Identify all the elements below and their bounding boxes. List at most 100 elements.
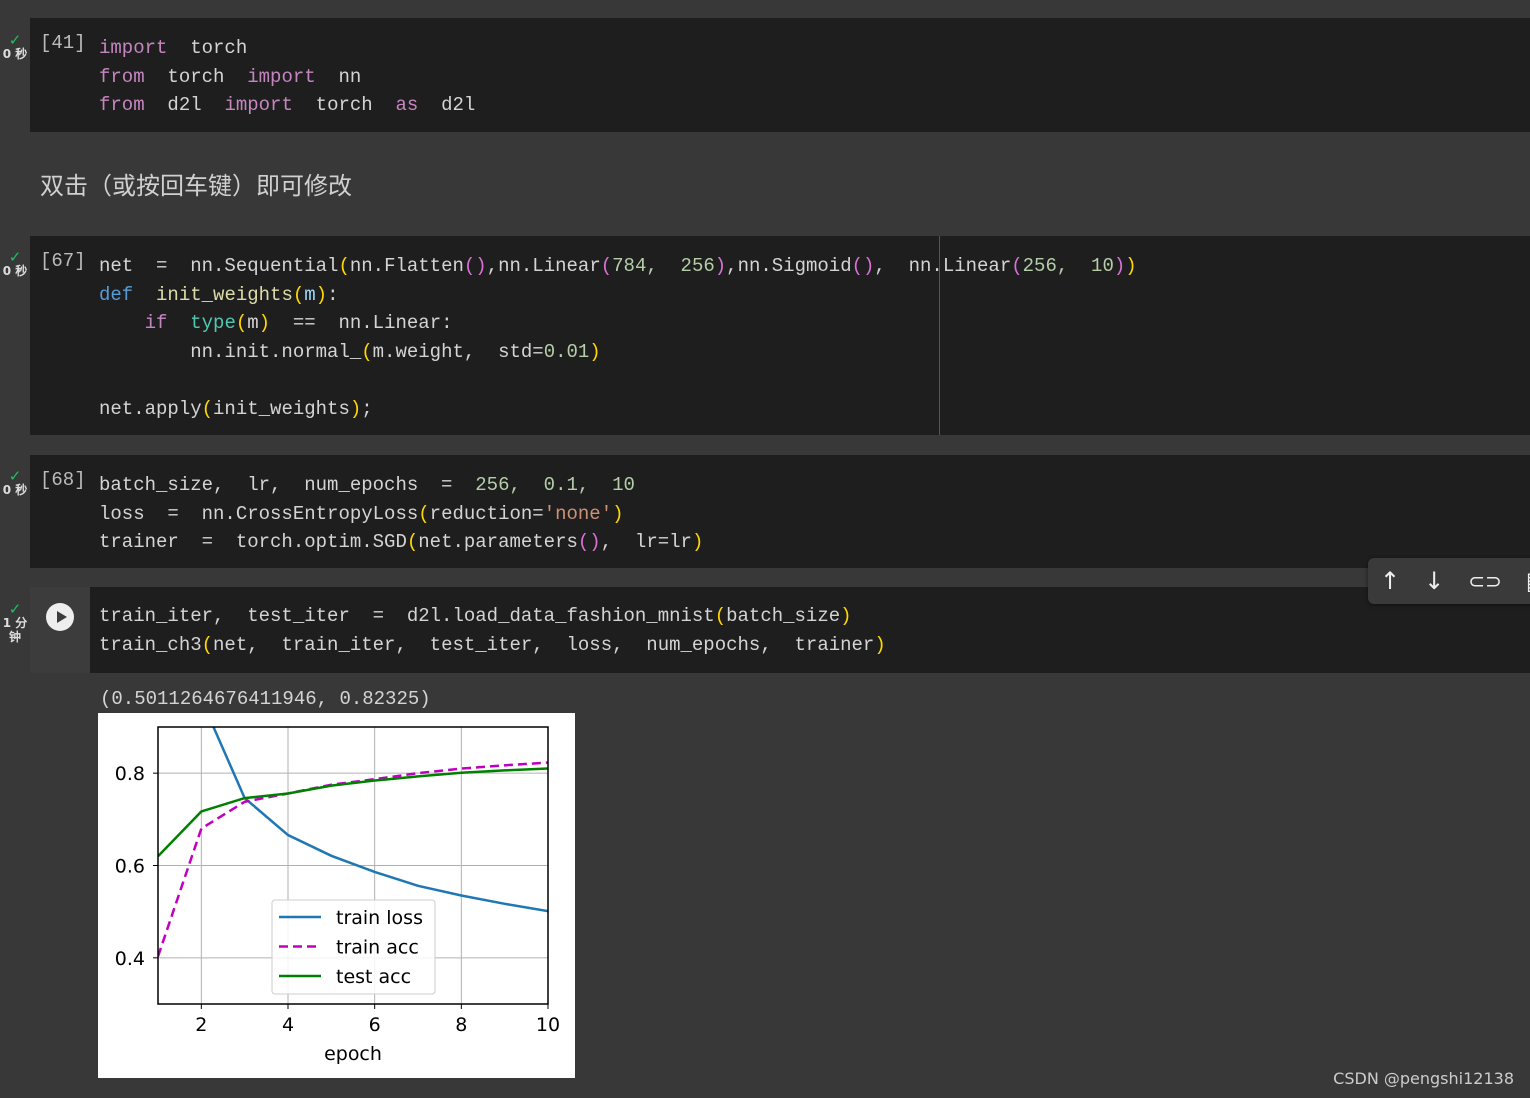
code-line: train_iter, test_iter = d2l.load_data_fa… — [99, 602, 886, 631]
code-token: ) — [714, 255, 727, 277]
cell-status-68: ✓ 0 秒 — [0, 469, 30, 498]
check-icon: ✓ — [8, 600, 22, 618]
code-token: ,nn.Sigmoid — [726, 255, 852, 277]
code-token: ,nn.Linear — [486, 255, 601, 277]
code-token: ( — [292, 283, 305, 306]
chart-svg: 2 4 6 8 10 0.4 0.6 0.8 epoch train loss train acc t… — [115, 726, 560, 1065]
y-tick-label: 0.8 — [115, 763, 145, 785]
output-text: (0.5011264676411946, 0.82325) — [100, 688, 431, 710]
code-line: import torch — [99, 34, 475, 63]
more-icon[interactable]: ▤ — [1526, 567, 1530, 595]
code-token: m — [247, 312, 259, 335]
cell-status-67: ✓ 0 秒 — [0, 248, 30, 279]
arrow-up-icon[interactable]: ↑ — [1380, 567, 1400, 595]
code-line: if type(m) == nn.Linear: — [99, 309, 1137, 338]
code-cell-41[interactable]: [41] import torch from torch import nn from… — [30, 18, 1530, 132]
exec-count: [68] — [40, 469, 86, 491]
code-token: 256, 0.1, 10 — [475, 474, 635, 496]
y-tick-label: 0.4 — [115, 948, 145, 970]
code-token: ( — [714, 605, 727, 627]
legend-label: train loss — [336, 907, 423, 929]
code-editor[interactable]: batch_size, lr, num_epochs = 256, 0.1, 1… — [99, 471, 703, 557]
code-token: reduction= — [429, 502, 544, 525]
code-token: torch — [144, 65, 248, 88]
code-token: batch_size — [726, 605, 841, 627]
watermark: CSDN @pengshi12138 — [1333, 1069, 1514, 1088]
code-cell-train[interactable]: train_iter, test_iter = d2l.load_data_fa… — [90, 587, 1530, 673]
code-token: ( — [235, 312, 248, 335]
code-token: def — [99, 283, 134, 306]
code-token: 256, 10 — [1022, 255, 1114, 277]
x-tick-label: 4 — [282, 1014, 294, 1036]
code-token: ; — [361, 397, 373, 420]
code-token: ) — [1125, 255, 1137, 277]
run-button[interactable] — [46, 603, 74, 631]
legend-label: train acc — [336, 937, 419, 959]
code-token: as — [395, 94, 419, 117]
code-token: ) — [1113, 255, 1126, 277]
code-token: type — [190, 312, 236, 335]
x-tick-label: 8 — [455, 1014, 467, 1036]
code-token: : — [327, 283, 339, 306]
arrow-down-icon[interactable]: ↓ — [1424, 567, 1444, 595]
code-token: ( — [1011, 255, 1023, 277]
code-token: ) — [874, 633, 886, 656]
cell-status-41: ✓ 0 秒 — [0, 31, 30, 62]
series-line-train-loss — [212, 727, 548, 913]
code-token: ) — [315, 283, 328, 306]
code-line: net.apply(init_weights); — [99, 395, 1137, 424]
code-line: nn.init.normal_(m.weight, std=0.01) — [99, 338, 1137, 367]
code-token: import — [99, 37, 168, 59]
code-line: from d2l import torch as d2l — [99, 91, 475, 120]
code-token: torch — [292, 94, 396, 117]
code-line: from torch import nn — [99, 63, 475, 92]
code-cell-67[interactable]: [67] net = nn.Sequential(nn.Flatten(),nn.… — [30, 236, 1530, 435]
code-token: train_iter, test_iter = d2l.load_data_fa… — [99, 605, 715, 627]
ruler-line — [939, 236, 940, 435]
code-editor[interactable]: net = nn.Sequential(nn.Flatten(),nn.Line… — [99, 252, 1137, 424]
code-token: 'none' — [543, 502, 613, 525]
x-tick-label: 6 — [369, 1014, 381, 1036]
code-editor[interactable]: train_iter, test_iter = d2l.load_data_fa… — [99, 602, 886, 659]
code-token: m — [304, 283, 316, 306]
markdown-cell[interactable]: 双击（或按回车键）即可修改 — [40, 166, 352, 201]
code-editor[interactable]: import torch from torch import nn from d2l… — [99, 34, 475, 120]
code-token: net.parameters — [418, 531, 578, 554]
code-line: net = nn.Sequential(nn.Flatten(),nn.Line… — [99, 252, 1137, 281]
check-icon: ✓ — [8, 248, 22, 266]
code-token: == nn.Linear: — [270, 312, 453, 335]
code-token: ) — [691, 531, 704, 554]
code-token: ) — [840, 605, 852, 627]
code-token: 0.01 — [543, 340, 590, 363]
code-token: nn — [315, 65, 362, 88]
x-tick-label: 2 — [195, 1014, 207, 1036]
code-token: nn.Flatten — [349, 255, 464, 277]
code-token: import — [247, 65, 316, 88]
cell-status-run: ✓ 1 分 钟 — [0, 600, 30, 645]
code-token: ( — [600, 255, 613, 277]
code-token: import — [224, 94, 293, 117]
code-token: () — [577, 531, 601, 554]
code-token: trainer = torch.optim.SGD — [99, 531, 407, 554]
code-line: trainer = torch.optim.SGD(net.parameters… — [99, 528, 703, 557]
code-token: loss = nn.CrossEntropyLoss — [99, 502, 419, 525]
link-icon[interactable]: ⊂⊃ — [1468, 569, 1502, 593]
legend-label: test acc — [336, 966, 411, 988]
exec-count: [67] — [40, 250, 86, 272]
run-area — [30, 587, 90, 673]
code-token: , lr=lr — [600, 531, 692, 554]
code-token: d2l — [144, 94, 225, 117]
check-icon: ✓ — [8, 31, 22, 49]
code-token: ) — [349, 397, 362, 420]
code-token: ( — [201, 397, 214, 420]
code-token: ( — [406, 531, 419, 554]
chart-output: 2 4 6 8 10 0.4 0.6 0.8 epoch train loss train acc t… — [98, 713, 575, 1078]
code-token: ) — [258, 312, 271, 335]
code-token: m.weight, std= — [372, 340, 544, 363]
code-cell-68[interactable]: [68] batch_size, lr, num_epochs = 256, 0.… — [30, 455, 1530, 568]
code-token: torch — [167, 37, 248, 59]
